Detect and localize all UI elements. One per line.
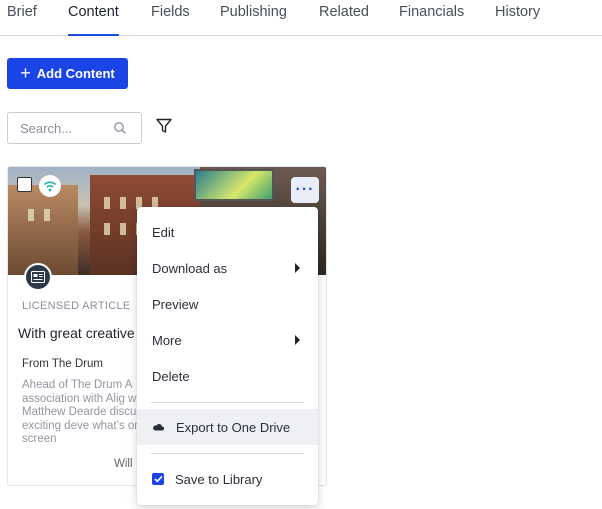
menu-item-label: Save to Library xyxy=(175,471,263,487)
submenu-arrow-icon xyxy=(295,263,300,273)
card-title[interactable]: With great creative xyxy=(18,325,135,341)
search-box[interactable] xyxy=(7,112,142,144)
tab-bar: Brief Content Fields Publishing Related … xyxy=(0,0,602,36)
submenu-arrow-icon xyxy=(295,335,300,345)
card-source: From The Drum xyxy=(22,358,103,370)
tab-brief[interactable]: Brief xyxy=(7,4,37,36)
tab-financials[interactable]: Financials xyxy=(399,4,464,36)
menu-item-more[interactable]: More xyxy=(137,322,318,358)
menu-item-label: Edit xyxy=(152,224,175,240)
menu-item-label: Download as xyxy=(152,260,228,276)
menu-item-preview[interactable]: Preview xyxy=(137,286,318,322)
add-content-button[interactable]: + Add Content xyxy=(7,58,128,89)
card-byline: Will xyxy=(114,458,133,470)
content-type-label: LICENSED ARTICLE xyxy=(22,300,131,312)
plus-icon: + xyxy=(20,63,31,83)
menu-divider xyxy=(151,402,304,403)
more-options-button[interactable]: ··· xyxy=(291,177,319,203)
add-content-label: Add Content xyxy=(36,66,115,81)
menu-item-export-onedrive[interactable]: Export to One Drive xyxy=(137,409,318,445)
cloud-icon xyxy=(152,423,166,431)
search-icon xyxy=(113,121,127,140)
tab-history[interactable]: History xyxy=(495,4,540,36)
menu-item-download-as[interactable]: Download as xyxy=(137,250,318,286)
menu-divider xyxy=(151,453,304,454)
save-checkbox-checked-icon[interactable] xyxy=(152,473,164,485)
card-context-menu: Edit Download as Preview More Delete Exp… xyxy=(137,207,318,505)
menu-item-label: Export to One Drive xyxy=(176,419,291,435)
tab-publishing[interactable]: Publishing xyxy=(220,4,287,36)
search-input[interactable] xyxy=(20,120,110,136)
filter-icon[interactable] xyxy=(155,117,173,140)
article-icon xyxy=(24,263,52,291)
menu-item-label: More xyxy=(152,332,182,348)
tab-fields[interactable]: Fields xyxy=(151,4,190,36)
card-select-checkbox[interactable] xyxy=(17,177,32,192)
menu-item-delete[interactable]: Delete xyxy=(137,358,318,394)
menu-item-label: Delete xyxy=(152,368,190,384)
menu-item-edit[interactable]: Edit xyxy=(137,214,318,250)
tab-content[interactable]: Content xyxy=(68,4,119,36)
wifi-icon xyxy=(39,175,61,197)
menu-item-label: Preview xyxy=(152,296,199,312)
tab-related[interactable]: Related xyxy=(319,4,369,36)
menu-item-save-to-library[interactable]: Save to Library xyxy=(137,461,318,497)
